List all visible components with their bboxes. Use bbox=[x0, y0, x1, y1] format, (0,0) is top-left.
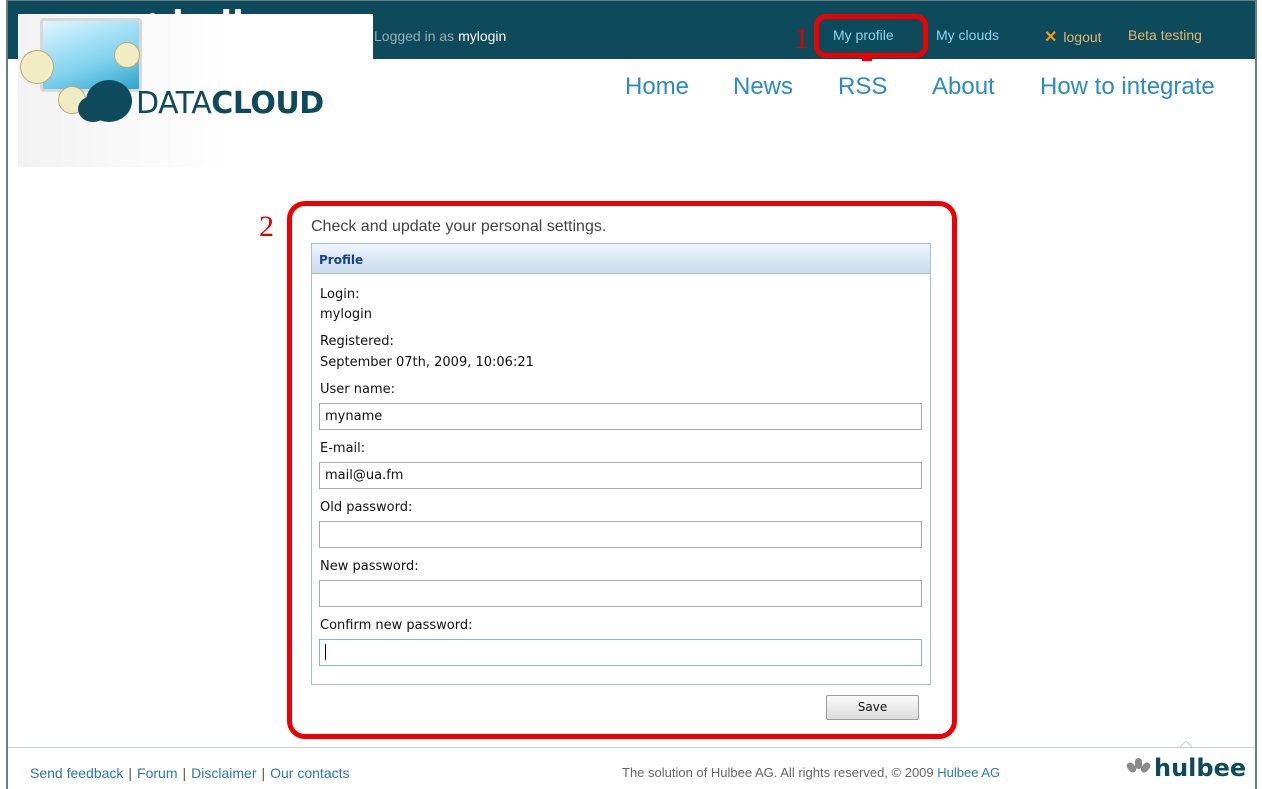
footer-copyright: The solution of Hulbee AG. All rights re… bbox=[622, 765, 1001, 780]
login-label: Login: bbox=[320, 287, 360, 302]
intro-text: Check and update your personal settings. bbox=[311, 218, 607, 235]
footer-link-send-feedback[interactable]: Send feedback bbox=[30, 765, 123, 781]
nav-rss[interactable]: RSS bbox=[838, 73, 887, 101]
logged-in-status: Logged in as mylogin bbox=[374, 28, 507, 44]
panel-title: Profile bbox=[312, 244, 930, 274]
nav-beta-testing[interactable]: Beta testing bbox=[1128, 27, 1202, 43]
nav-my-clouds[interactable]: My clouds bbox=[936, 27, 999, 43]
nav-news[interactable]: News bbox=[733, 73, 793, 101]
divider-notch bbox=[1180, 741, 1192, 747]
footer-link-disclaimer[interactable]: Disclaimer bbox=[191, 765, 256, 781]
annotation-number-1: 1 bbox=[794, 22, 809, 55]
footer-link-our-contacts[interactable]: Our contacts bbox=[270, 765, 349, 781]
annotation-number-2: 2 bbox=[259, 210, 274, 243]
footer-link-forum[interactable]: Forum bbox=[137, 765, 177, 781]
username-label: User name: bbox=[320, 382, 396, 397]
footer-divider bbox=[8, 747, 1255, 748]
logged-user: mylogin bbox=[458, 28, 507, 44]
registered-label: Registered: bbox=[320, 334, 394, 349]
confirm-password-input[interactable] bbox=[319, 639, 922, 666]
nav-home[interactable]: Home bbox=[625, 73, 689, 101]
footer-link-hulbee-ag[interactable]: Hulbee AG bbox=[937, 765, 1000, 780]
email-label: E-mail: bbox=[320, 441, 366, 456]
hulbee-leaf-icon bbox=[1125, 757, 1152, 779]
nav-how-to-integrate[interactable]: How to integrate bbox=[1040, 73, 1215, 101]
profile-panel: Profile Login: mylogin Registered: Septe… bbox=[311, 243, 931, 685]
new-password-label: New password: bbox=[320, 559, 419, 574]
text-caret bbox=[325, 643, 326, 660]
new-password-input[interactable] bbox=[319, 580, 922, 607]
login-value: mylogin bbox=[320, 307, 373, 322]
datacloud-wordmark: DATACLOUD bbox=[136, 86, 324, 121]
close-icon: ✕ bbox=[1044, 29, 1058, 46]
old-password-input[interactable] bbox=[319, 521, 922, 548]
nav-logout[interactable]: ✕ logout bbox=[1044, 27, 1102, 47]
username-input[interactable]: myname bbox=[319, 403, 922, 430]
email-input[interactable]: mail@ua.fm bbox=[319, 462, 922, 489]
footer-links: Send feedback | Forum | Disclaimer | Our conta… bbox=[30, 765, 350, 781]
footer-brand-name: hulbee bbox=[1154, 754, 1247, 782]
old-password-label: Old password: bbox=[320, 500, 413, 515]
annotation-callout-1 bbox=[814, 14, 928, 58]
footer-brand-logo[interactable]: hulbee bbox=[1125, 754, 1247, 782]
datacloud-logo[interactable]: DATACLOUD bbox=[18, 14, 373, 167]
confirm-password-label: Confirm new password: bbox=[320, 618, 473, 633]
registered-value: September 07th, 2009, 10:06:21 bbox=[320, 355, 534, 370]
nav-about[interactable]: About bbox=[932, 73, 995, 101]
save-button[interactable]: Save bbox=[826, 695, 919, 720]
